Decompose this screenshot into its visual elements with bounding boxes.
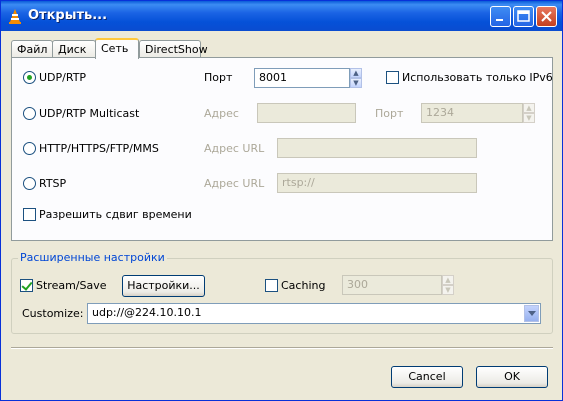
caching-input[interactable]: 300 xyxy=(342,275,442,295)
ipv6-only-label: Использовать только IPv6 xyxy=(402,71,553,84)
multicast-port-input[interactable]: 1234 xyxy=(421,103,523,123)
rtsp-url-label: Адрес URL xyxy=(204,177,265,190)
port-spinner[interactable]: ▲ ▼ xyxy=(350,68,362,88)
open-dialog: Открыть... Файл Диск Сеть DirectShow UDP… xyxy=(0,0,563,401)
multicast-address-label: Адрес xyxy=(204,107,239,120)
http-radio[interactable] xyxy=(23,142,36,155)
timeshift-checkbox[interactable] xyxy=(23,208,36,221)
tab-label: Сеть xyxy=(101,42,129,55)
rtsp-label: RTSP xyxy=(39,177,67,190)
caching-checkbox[interactable] xyxy=(265,279,278,292)
close-button[interactable] xyxy=(536,6,557,27)
window-title: Открыть... xyxy=(28,8,108,23)
minimize-button[interactable] xyxy=(490,6,511,27)
port-input[interactable]: 8001 xyxy=(254,68,350,88)
multicast-address-input[interactable] xyxy=(257,103,356,123)
http-url-input[interactable] xyxy=(277,138,477,158)
spin-up-icon[interactable]: ▲ xyxy=(523,103,535,113)
footer-separator xyxy=(11,347,553,349)
spin-down-icon[interactable]: ▼ xyxy=(350,78,362,88)
multicast-radio[interactable] xyxy=(23,107,36,120)
udp-rtp-label: UDP/RTP xyxy=(39,71,87,84)
spin-up-icon[interactable]: ▲ xyxy=(350,68,362,78)
maximize-icon xyxy=(517,10,530,22)
customize-value: udp://@224.10.10.1 xyxy=(92,306,202,319)
port-label: Порт xyxy=(204,71,233,84)
cancel-button[interactable]: Cancel xyxy=(391,366,463,388)
caching-spinner[interactable]: ▲ ▼ xyxy=(442,275,454,295)
http-label: HTTP/HTTPS/FTP/MMS xyxy=(39,142,159,155)
ok-button[interactable]: OK xyxy=(476,366,548,388)
maximize-button[interactable] xyxy=(513,6,534,27)
stream-save-label: Stream/Save xyxy=(36,279,107,292)
chevron-down-icon[interactable] xyxy=(524,305,539,322)
caching-label: Caching xyxy=(281,279,326,292)
vlc-cone-icon xyxy=(9,9,21,24)
tab-disc[interactable]: Диск xyxy=(52,40,96,57)
http-url-label: Адрес URL xyxy=(204,142,265,155)
spin-down-icon[interactable]: ▼ xyxy=(523,113,535,123)
tab-label: Файл xyxy=(17,43,48,56)
rtsp-url-input[interactable]: rtsp:// xyxy=(277,173,477,193)
spin-down-icon[interactable]: ▼ xyxy=(442,285,454,295)
rtsp-radio[interactable] xyxy=(23,177,36,190)
minimize-icon xyxy=(496,19,503,21)
udp-rtp-radio[interactable] xyxy=(23,71,36,84)
close-icon xyxy=(541,11,552,22)
timeshift-label: Разрешить сдвиг времени xyxy=(39,208,192,221)
multicast-label: UDP/RTP Multicast xyxy=(39,107,140,120)
customize-label: Customize: xyxy=(22,307,84,320)
stream-save-checkbox[interactable] xyxy=(20,279,33,292)
multicast-port-spinner[interactable]: ▲ ▼ xyxy=(523,103,535,123)
settings-button[interactable]: Настройки... xyxy=(122,275,205,297)
ipv6-only-checkbox[interactable] xyxy=(386,71,399,84)
tab-label: DirectShow xyxy=(145,43,208,56)
customize-combobox[interactable]: udp://@224.10.10.1 xyxy=(87,303,541,324)
tab-directshow[interactable]: DirectShow xyxy=(139,40,208,57)
title-bar[interactable]: Открыть... xyxy=(1,1,562,31)
tab-network[interactable]: Сеть xyxy=(95,38,139,59)
tab-file[interactable]: Файл xyxy=(11,40,53,57)
tab-label: Диск xyxy=(58,43,87,56)
spin-up-icon[interactable]: ▲ xyxy=(442,275,454,285)
multicast-port-label: Порт xyxy=(375,107,404,120)
advanced-settings-title: Расширенные настройки xyxy=(18,251,167,265)
